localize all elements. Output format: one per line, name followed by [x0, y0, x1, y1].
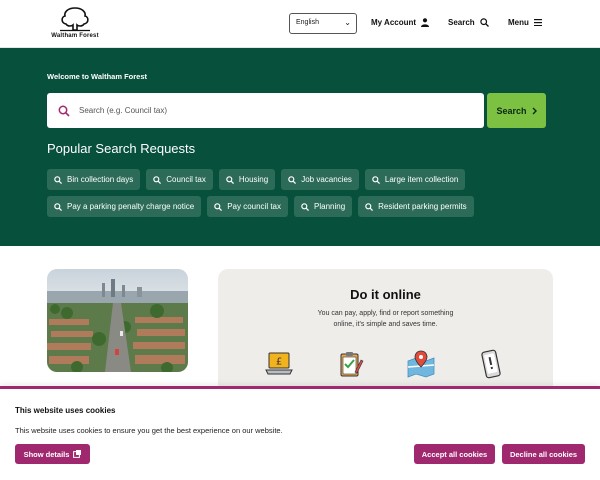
search-chip-label: Pay a parking penalty charge notice [67, 202, 195, 211]
search-chip-label: Job vacancies [301, 175, 352, 184]
header-search-link[interactable]: Search [448, 18, 489, 27]
search-chip[interactable]: Large item collection [364, 169, 466, 190]
search-icon [301, 202, 310, 211]
menu-icon [533, 19, 542, 26]
hero-section: Welcome to Waltham Forest Search (e.g. C… [0, 48, 600, 246]
do-it-online-line-1: You can pay, apply, find or report somet… [317, 310, 454, 317]
welcome-text: Welcome to Waltham Forest [47, 72, 148, 81]
tree-logo-icon [60, 7, 90, 32]
logo-text: Waltham Forest [51, 33, 99, 39]
main-search-button[interactable]: Search [487, 93, 546, 128]
do-it-online-panel: Do it online You can pay, apply, find or… [218, 269, 553, 394]
site-logo[interactable]: Waltham Forest [46, 6, 104, 42]
search-chip[interactable]: Pay council tax [207, 196, 289, 217]
search-button-label: Search [496, 105, 527, 116]
search-chip[interactable]: Council tax [146, 169, 213, 190]
my-account-label: My Account [371, 18, 417, 27]
main-search-input[interactable]: Search (e.g. Council tax) [47, 93, 484, 128]
search-chip[interactable]: Resident parking permits [358, 196, 474, 217]
search-icon [54, 175, 62, 184]
search-chip[interactable]: Pay a parking penalty charge notice [47, 196, 202, 217]
menu-label: Menu [508, 18, 529, 27]
chevron-down-icon: ⌄ [344, 18, 351, 27]
search-icon [479, 18, 489, 27]
search-chip-label: Bin collection days [67, 175, 134, 184]
search-icon [153, 175, 162, 184]
popular-searches-title: Popular Search Requests [47, 141, 196, 156]
search-placeholder: Search (e.g. Council tax) [79, 106, 168, 115]
show-details-button[interactable]: Show details [15, 444, 90, 464]
chip-row-2: Pay a parking penalty charge notice Pay c… [47, 196, 557, 217]
chevron-right-icon [532, 107, 537, 114]
laptop-pound-icon[interactable]: £ [264, 349, 294, 379]
show-details-label: Show details [23, 449, 70, 459]
cookie-text: This website uses cookies to ensure you … [15, 426, 283, 435]
search-chip-label: Council tax [166, 175, 206, 184]
search-chip[interactable]: Bin collection days [47, 169, 141, 190]
svg-text:£: £ [276, 357, 282, 368]
my-account-link[interactable]: My Account [371, 18, 430, 27]
menu-button[interactable]: Menu [508, 18, 542, 27]
do-it-online-line-2: online, it's simple and saves time. [333, 321, 438, 328]
header-search-label: Search [448, 18, 475, 27]
borough-aerial-photo [47, 269, 188, 372]
decline-all-cookies-button[interactable]: Decline all cookies [502, 444, 585, 464]
language-select[interactable]: English ⌄ [289, 13, 357, 34]
search-icon [54, 202, 62, 211]
search-icon [226, 175, 234, 184]
search-chip[interactable]: Planning [294, 196, 353, 217]
search-icon [214, 202, 223, 211]
clipboard-check-icon[interactable] [335, 349, 365, 379]
search-icon [365, 202, 374, 211]
do-it-online-title: Do it online [350, 287, 421, 302]
search-chip[interactable]: Housing [218, 169, 276, 190]
popular-searches: Bin collection days Council tax Housing Job… [47, 169, 557, 223]
cookie-banner: This website uses cookies This website u… [0, 386, 600, 480]
search-icon [372, 175, 380, 184]
search-chip-label: Large item collection [384, 175, 459, 184]
site-header: Waltham Forest English ⌄ My Account Sear… [0, 0, 600, 48]
external-link-icon [73, 450, 82, 458]
user-icon [421, 18, 430, 27]
accept-all-cookies-button[interactable]: Accept all cookies [414, 444, 495, 464]
search-chip[interactable]: Job vacancies [281, 169, 359, 190]
search-chip-label: Planning [314, 202, 346, 211]
language-value: English [296, 19, 319, 26]
search-chip-label: Housing [238, 175, 269, 184]
chip-row-1: Bin collection days Council tax Housing Job… [47, 169, 557, 190]
cookie-title: This website uses cookies [15, 406, 116, 415]
map-pin-icon[interactable] [406, 349, 436, 379]
phone-alert-icon[interactable] [476, 349, 506, 379]
search-chip-label: Pay council tax [227, 202, 282, 211]
search-icon [58, 105, 70, 117]
search-chip-label: Resident parking permits [378, 202, 467, 211]
search-icon [288, 175, 297, 184]
